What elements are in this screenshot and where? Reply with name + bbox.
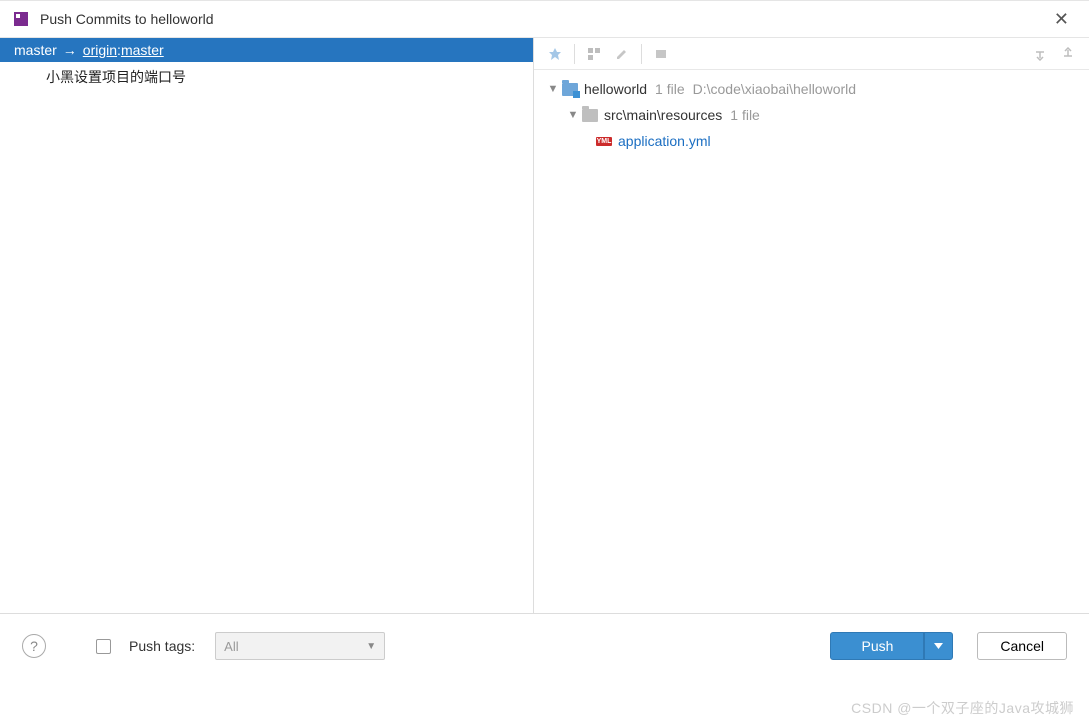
- dropdown-value: All: [224, 639, 238, 654]
- commits-panel: master → origin : master 小黑设置项目的端口号: [0, 38, 534, 613]
- expand-icon[interactable]: [1027, 42, 1053, 66]
- push-tags-dropdown[interactable]: All ▼: [215, 632, 385, 660]
- cancel-button[interactable]: Cancel: [977, 632, 1067, 660]
- file-path: D:\code\xiaobai\helloworld: [693, 78, 856, 100]
- footer: ? Push tags: All ▼ Push Cancel: [0, 614, 1089, 678]
- tree-root[interactable]: ▼ helloworld 1 file D:\code\xiaobai\hell…: [542, 76, 1081, 102]
- chevron-down-icon[interactable]: ▼: [566, 104, 580, 126]
- tree-label: src\main\resources: [604, 104, 722, 126]
- window-title: Push Commits to helloworld: [40, 11, 214, 27]
- help-button[interactable]: ?: [22, 634, 46, 658]
- branch-row[interactable]: master → origin : master: [0, 38, 533, 62]
- chevron-down-icon: ▼: [366, 641, 376, 652]
- folder-icon: [582, 109, 598, 122]
- local-branch: master: [14, 42, 57, 58]
- push-tags-label: Push tags:: [129, 638, 195, 654]
- watermark: CSDN @一个双子座的Java攻城狮: [851, 698, 1074, 718]
- diff-panel: ▼ helloworld 1 file D:\code\xiaobai\hell…: [534, 38, 1089, 613]
- file-count: 1 file: [655, 78, 685, 100]
- tree-label: application.yml: [618, 130, 711, 152]
- pin-icon[interactable]: [542, 42, 568, 66]
- tree-label: helloworld: [584, 78, 647, 100]
- remote-name[interactable]: origin: [83, 42, 117, 58]
- edit-icon[interactable]: [609, 42, 635, 66]
- preview-icon[interactable]: [648, 42, 674, 66]
- separator: [641, 44, 642, 64]
- yml-icon: YML: [596, 134, 612, 148]
- diff-toolbar: [534, 38, 1089, 70]
- chevron-down-icon[interactable]: ▼: [546, 78, 560, 100]
- tree-file[interactable]: YML application.yml: [542, 128, 1081, 154]
- arrow-icon: →: [63, 42, 77, 58]
- titlebar: Push Commits to helloworld ✕: [0, 0, 1089, 38]
- commit-item[interactable]: 小黑设置项目的端口号: [0, 62, 533, 92]
- remote-branch[interactable]: master: [121, 42, 164, 58]
- group-icon[interactable]: [581, 42, 607, 66]
- close-icon[interactable]: ✕: [1046, 5, 1077, 34]
- collapse-icon[interactable]: [1055, 42, 1081, 66]
- push-button[interactable]: Push: [830, 632, 924, 660]
- folder-icon: [562, 83, 578, 96]
- push-tags-checkbox[interactable]: [96, 639, 111, 654]
- file-count: 1 file: [730, 104, 760, 126]
- content-area: master → origin : master 小黑设置项目的端口号: [0, 38, 1089, 614]
- separator: [574, 44, 575, 64]
- push-button-group: Push: [830, 632, 953, 660]
- push-dropdown-button[interactable]: [924, 632, 953, 660]
- tree-folder[interactable]: ▼ src\main\resources 1 file: [542, 102, 1081, 128]
- app-icon: [12, 10, 30, 28]
- file-tree: ▼ helloworld 1 file D:\code\xiaobai\hell…: [534, 70, 1089, 160]
